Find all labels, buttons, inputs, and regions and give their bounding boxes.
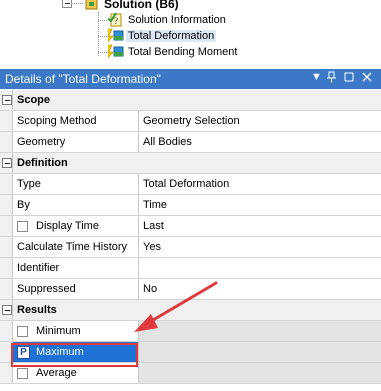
tree-node-solution[interactable]: Solution (B6) bbox=[84, 0, 179, 12]
property-value bbox=[139, 363, 381, 383]
solution-information-icon: ? bbox=[106, 12, 124, 28]
parameter-checkbox[interactable] bbox=[17, 367, 28, 379]
property-value[interactable] bbox=[139, 258, 381, 278]
property-value[interactable]: Time bbox=[139, 195, 381, 215]
property-row-display-time[interactable]: Display Time Last bbox=[0, 216, 381, 237]
property-row-suppressed[interactable]: Suppressed No bbox=[0, 279, 381, 300]
property-value[interactable]: Last bbox=[139, 216, 381, 236]
outline-tree: Solution (B6) ? Solution Information Tot… bbox=[0, 0, 381, 68]
details-panel-titlebar: Details of "Total Deformation" ▼ bbox=[0, 69, 381, 89]
parameter-checkbox[interactable] bbox=[17, 325, 28, 337]
property-row-minimum[interactable]: Minimum bbox=[0, 321, 381, 342]
property-name: Identifier bbox=[13, 258, 139, 278]
maximize-icon[interactable] bbox=[344, 71, 354, 86]
details-panel-title: Details of "Total Deformation" bbox=[5, 72, 161, 86]
property-row-scoping-method[interactable]: Scoping Method Geometry Selection bbox=[0, 111, 381, 132]
collapse-scope-button[interactable] bbox=[2, 95, 12, 105]
collapse-toggle[interactable] bbox=[62, 0, 72, 8]
property-value bbox=[139, 321, 381, 341]
collapse-definition-button[interactable] bbox=[2, 158, 12, 168]
deformation-result-icon bbox=[106, 28, 124, 44]
property-value bbox=[139, 342, 381, 362]
property-row-average[interactable]: Average bbox=[0, 363, 381, 384]
bending-moment-result-icon bbox=[106, 44, 124, 60]
panel-menu-icon[interactable]: ▼ bbox=[311, 71, 322, 83]
property-name: P Maximum bbox=[13, 342, 139, 362]
property-name: Geometry bbox=[13, 132, 139, 152]
property-name: Minimum bbox=[13, 321, 139, 341]
property-value[interactable]: All Bodies bbox=[139, 132, 381, 152]
tree-node-total-deformation[interactable]: Total Deformation bbox=[106, 28, 217, 44]
property-name: Type bbox=[13, 174, 139, 194]
property-row-identifier[interactable]: Identifier bbox=[0, 258, 381, 279]
solution-icon bbox=[84, 0, 100, 12]
parameter-p-icon[interactable]: P bbox=[17, 345, 30, 359]
property-name: Suppressed bbox=[13, 279, 139, 299]
property-row-maximum[interactable]: P Maximum bbox=[0, 342, 381, 363]
group-definition[interactable]: Definition bbox=[0, 153, 381, 174]
tree-node-total-bending-moment[interactable]: Total Bending Moment bbox=[106, 44, 237, 60]
property-name: By bbox=[13, 195, 139, 215]
property-name: Average bbox=[13, 363, 139, 383]
collapse-results-button[interactable] bbox=[2, 305, 12, 315]
tree-node-solution-information[interactable]: ? Solution Information bbox=[106, 12, 226, 28]
property-row-by[interactable]: By Time bbox=[0, 195, 381, 216]
close-icon[interactable] bbox=[362, 71, 372, 86]
property-value[interactable]: No bbox=[139, 279, 381, 299]
property-value[interactable]: Yes bbox=[139, 237, 381, 257]
svg-text:?: ? bbox=[114, 16, 118, 26]
property-row-geometry[interactable]: Geometry All Bodies bbox=[0, 132, 381, 153]
property-name: Calculate Time History bbox=[13, 237, 139, 257]
parameter-checkbox[interactable] bbox=[17, 220, 28, 232]
property-name: Scoping Method bbox=[13, 111, 139, 131]
property-row-type[interactable]: Type Total Deformation bbox=[0, 174, 381, 195]
group-scope[interactable]: Scope bbox=[0, 90, 381, 111]
property-value[interactable]: Total Deformation bbox=[139, 174, 381, 194]
property-name: Display Time bbox=[13, 216, 139, 236]
property-value[interactable]: Geometry Selection bbox=[139, 111, 381, 131]
group-results[interactable]: Results bbox=[0, 300, 381, 321]
details-grid: Scope Scoping Method Geometry Selection … bbox=[0, 90, 381, 384]
pin-icon[interactable] bbox=[327, 71, 336, 87]
property-row-calculate-time-history[interactable]: Calculate Time History Yes bbox=[0, 237, 381, 258]
